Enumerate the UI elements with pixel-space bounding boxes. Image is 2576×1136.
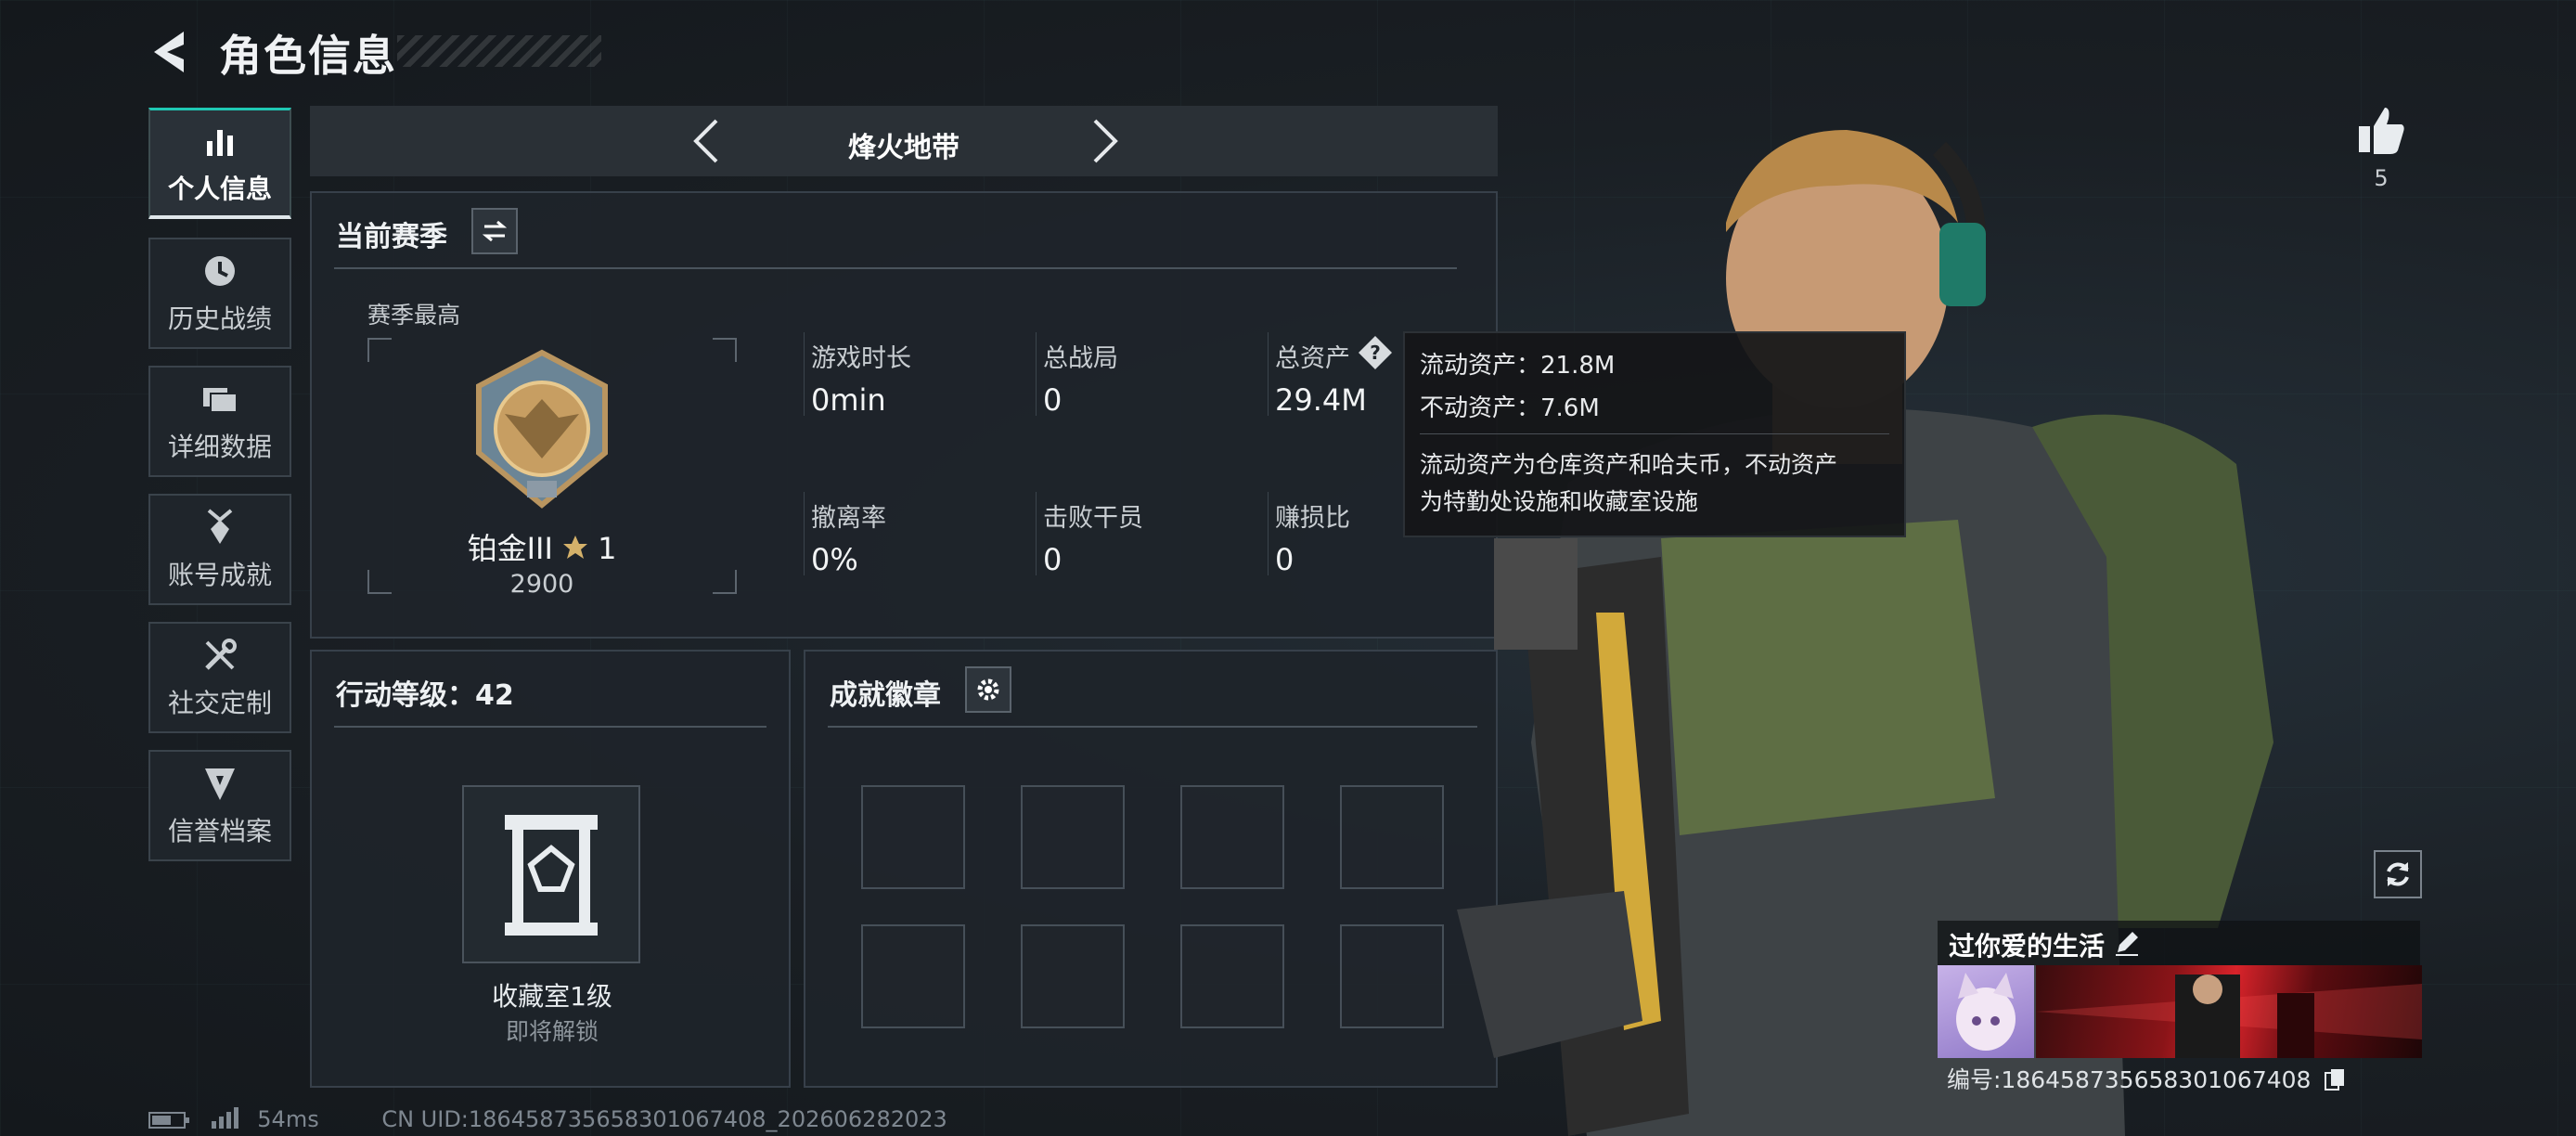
edit-icon[interactable] xyxy=(2112,928,2142,958)
rank-stars: 1 xyxy=(598,531,617,566)
stat-divider xyxy=(804,492,805,575)
tooltip-description: 为特勤处设施和收藏室设施 xyxy=(1420,488,1699,515)
stat-label: 撤离率 xyxy=(811,504,886,533)
medal-icon xyxy=(207,509,233,544)
sidebar-item-social[interactable]: 社交定制 xyxy=(148,622,291,733)
divider xyxy=(828,726,1477,728)
sidebar-item-achievements[interactable]: 账号成就 xyxy=(148,494,291,605)
badge-slot[interactable] xyxy=(1021,785,1125,889)
collection-room-card[interactable] xyxy=(462,785,640,963)
back-arrow-icon[interactable] xyxy=(147,26,199,78)
star-icon xyxy=(562,536,587,559)
banner-image xyxy=(2036,975,2422,1058)
mode-selector: 烽火地带 xyxy=(310,106,1498,176)
swap-icon xyxy=(482,220,508,242)
action-level-title: 行动等级：42 xyxy=(336,679,514,712)
badge-slot[interactable] xyxy=(861,785,965,889)
badge-slot[interactable] xyxy=(1180,924,1284,1028)
divider xyxy=(334,267,1457,269)
frame-corner xyxy=(367,338,392,362)
stat-value: 0 xyxy=(1275,542,1294,577)
stat-label: 总资产 xyxy=(1275,344,1350,373)
tooltip-fixed-assets: 不动资产：7.6M xyxy=(1420,394,1600,422)
stat-divider xyxy=(1036,332,1037,416)
mode-title: 烽火地带 xyxy=(848,132,960,164)
stat-value: 29.4M xyxy=(1275,382,1367,418)
bar-chart-icon xyxy=(207,129,233,156)
thumbs-up-icon[interactable] xyxy=(2353,102,2409,158)
sidebar-item-reputation[interactable]: 信誉档案 xyxy=(148,750,291,861)
rank-emblem-icon xyxy=(476,349,608,509)
cn-uid: CN UID:18645873565830106740​8_20260628​2… xyxy=(381,1106,947,1132)
tooltip-divider xyxy=(1420,433,1889,434)
collection-room-name: 收藏室1级 xyxy=(492,981,612,1012)
season-panel: 当前赛季 赛季最高 铂金III 1 2900 游戏时长 0min 总战局 0 总… xyxy=(310,191,1498,639)
refresh-button[interactable] xyxy=(2374,850,2422,898)
asset-tooltip: 流动资产：21.8M 不动资产：7.6M 流动资产为仓库资产和哈夫币，不动资产 … xyxy=(1403,331,1906,537)
badge-slot[interactable] xyxy=(1180,785,1284,889)
divider xyxy=(334,726,766,728)
achievement-settings-button[interactable] xyxy=(965,666,1011,713)
action-level-panel: 行动等级：42 收藏室1级 即将解锁 xyxy=(310,650,791,1088)
frame-corner xyxy=(713,338,737,362)
shield-icon xyxy=(205,768,235,800)
sidebar-item-detailed-data[interactable]: 详细数据 xyxy=(148,366,291,477)
battery-icon xyxy=(148,1112,189,1129)
player-uid-text: 编号:18645873565830106740​8 xyxy=(1947,1066,2312,1093)
stat-label: 总战局 xyxy=(1043,344,1118,373)
stat-divider xyxy=(1268,332,1269,416)
collection-room-icon xyxy=(505,815,598,936)
player-card-title: 过你爱的生活 xyxy=(1949,931,2106,962)
collection-room-status: 即将解锁 xyxy=(505,1018,599,1045)
player-banner[interactable] xyxy=(2036,965,2422,1058)
stat-divider xyxy=(1036,492,1037,575)
signal-icon xyxy=(211,1107,238,1129)
stat-label: 赚损比 xyxy=(1275,504,1350,533)
stat-label: 游戏时长 xyxy=(811,344,911,373)
season-title: 当前赛季 xyxy=(336,221,447,253)
gear-icon xyxy=(977,678,999,701)
chevron-right-icon[interactable] xyxy=(1076,115,1128,167)
sidebar-item-label: 社交定制 xyxy=(167,688,272,718)
badge-slot[interactable] xyxy=(861,924,965,1028)
folder-icon xyxy=(203,388,238,413)
sidebar-item-label: 账号成就 xyxy=(167,560,272,590)
achievement-title: 成就徽章 xyxy=(830,679,941,712)
rank-name-row: 铂金III 1 xyxy=(312,525,772,568)
stat-value: 0 xyxy=(1043,382,1063,418)
tooltip-liquid-assets: 流动资产：21.8M xyxy=(1420,352,1616,380)
rank-score: 2900 xyxy=(509,570,574,599)
sidebar-item-label: 详细数据 xyxy=(167,432,272,462)
clock-icon xyxy=(205,256,235,286)
title-decoration xyxy=(397,35,601,67)
tools-icon xyxy=(205,639,237,670)
sidebar-item-label: 信誉档案 xyxy=(167,816,272,846)
avatar-image xyxy=(1956,973,2016,1051)
ping-value: 54ms xyxy=(257,1106,319,1132)
page-title: 角色信息 xyxy=(219,31,397,81)
refresh-icon xyxy=(2387,862,2409,886)
stat-divider xyxy=(1268,492,1269,575)
like-count: 5 xyxy=(2374,165,2389,191)
stat-divider xyxy=(804,332,805,416)
stat-label: 击败干员 xyxy=(1043,504,1143,533)
avatar[interactable] xyxy=(1938,965,2034,1058)
badge-slot[interactable] xyxy=(1021,924,1125,1028)
stat-value: 0min xyxy=(811,382,886,418)
copy-icon[interactable] xyxy=(2324,1067,2346,1091)
svg-text:?: ? xyxy=(1370,342,1381,364)
player-uid: 编号:18645873565830106740​8 xyxy=(1947,1062,2346,1095)
tooltip-description: 流动资产为仓库资产和哈夫币，不动资产 xyxy=(1420,451,1838,478)
sidebar-item-label: 历史战绩 xyxy=(167,303,272,334)
player-card-header: 过你爱的生活 xyxy=(1938,921,2420,965)
status-bar: 54ms CN UID:18645873565830106740​8_20260… xyxy=(148,1106,947,1134)
rank-name: 铂金III xyxy=(467,531,553,566)
sidebar-item-label: 个人信息 xyxy=(167,173,272,204)
sidebar-item-history[interactable]: 历史战绩 xyxy=(148,238,291,349)
swap-button[interactable] xyxy=(471,208,518,254)
stat-value: 0% xyxy=(811,542,858,577)
sidebar-item-personal-info[interactable]: 个人信息 xyxy=(148,108,291,219)
stat-value: 0 xyxy=(1043,542,1063,577)
season-best-label: 赛季最高 xyxy=(367,302,461,329)
